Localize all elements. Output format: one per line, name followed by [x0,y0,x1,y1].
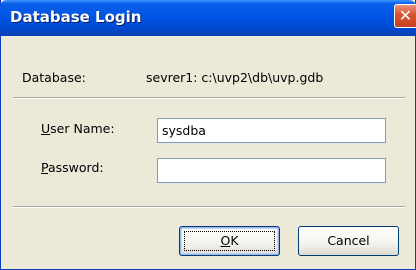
close-icon: ✕ [398,6,413,25]
database-info: Database: sevrer1: c:\uvp2\db\uvp.gdb [22,70,323,85]
window-title: Database Login [10,8,142,26]
cancel-button[interactable]: Cancel [298,226,399,256]
divider-top [13,97,405,99]
password-label-text: assword: [47,160,104,175]
title-bar[interactable]: Database Login ✕ [0,0,416,36]
username-label: User Name: [41,121,115,136]
database-login-dialog: Database Login ✕ Database: sevrer1: c:\u… [0,0,416,270]
username-mnemonic: U [41,121,51,136]
password-label: Password: [41,160,104,175]
password-mnemonic: P [41,160,48,175]
divider-bottom [13,206,405,208]
username-label-text: ser Name: [50,121,115,136]
ok-button[interactable]: OK [179,226,280,256]
ok-focus-rect [184,231,275,251]
database-path: sevrer1: c:\uvp2\db\uvp.gdb [146,70,324,85]
database-label: Database: [22,70,86,85]
password-input[interactable] [157,158,386,183]
close-button[interactable]: ✕ [394,4,416,28]
username-input[interactable] [157,118,386,143]
